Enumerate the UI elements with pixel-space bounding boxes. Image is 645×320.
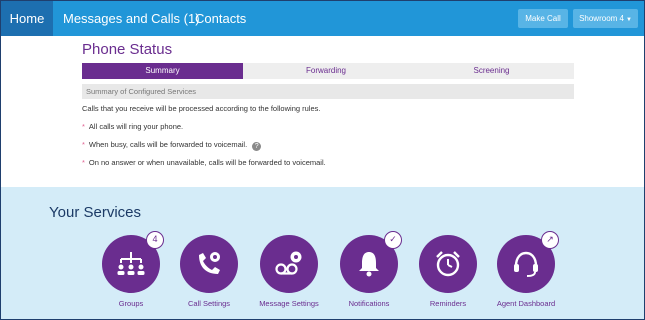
rule-item: * All calls will ring your phone. (82, 122, 183, 131)
make-call-label: Make Call (525, 14, 561, 23)
service-label: Notifications (348, 299, 390, 308)
bullet-icon: * (82, 122, 85, 131)
service-label: Agent Dashboard (496, 299, 556, 308)
service-message-settings[interactable]: Message Settings (259, 235, 319, 309)
chevron-down-icon: ▼ (625, 17, 632, 23)
alarm-clock-icon (419, 235, 477, 293)
app-frame: Home Messages and Calls (1) Contacts Mak… (0, 0, 645, 320)
headset-icon: ↗ (497, 231, 559, 293)
bell-icon: ✓ (340, 231, 402, 293)
service-label: Groups (118, 299, 144, 308)
nav-messages-calls[interactable]: Messages and Calls (1) (63, 1, 200, 36)
groups-icon: 4 (102, 231, 164, 293)
bullet-icon: * (82, 140, 85, 149)
section-header: Summary of Configured Services (82, 84, 574, 99)
nav-contacts[interactable]: Contacts (195, 1, 246, 36)
rule-text: When busy, calls will be forwarded to vo… (88, 140, 248, 149)
service-notifications[interactable]: ✓ Notifications (339, 231, 402, 309)
tab-forwarding[interactable]: Forwarding (243, 63, 409, 79)
rule-item: * On no answer or when unavailable, calls… (82, 158, 326, 167)
service-agent-dashboard[interactable]: ↗ Agent Dashboard (496, 231, 559, 309)
page-title: Phone Status (82, 41, 173, 58)
rule-item: * When busy, calls will be forwarded to v… (82, 140, 262, 151)
top-nav: Home Messages and Calls (1) Contacts Mak… (1, 1, 644, 36)
service-label: Call Settings (187, 299, 231, 308)
service-label: Message Settings (259, 299, 319, 308)
rule-text: All calls will ring your phone. (88, 122, 184, 131)
voicemail-gear-icon (260, 235, 318, 293)
service-call-settings[interactable]: Call Settings (179, 235, 239, 309)
showroom-label: Showroom 4 (579, 14, 624, 23)
groups-count-badge: 4 (146, 231, 164, 249)
tab-screening[interactable]: Screening (409, 63, 574, 79)
services-title: Your Services (49, 204, 141, 221)
check-badge-icon: ✓ (384, 231, 402, 249)
external-link-icon: ↗ (541, 231, 559, 249)
showroom-dropdown[interactable]: Showroom 4 ▼ (573, 9, 638, 28)
service-label: Reminders (429, 299, 467, 308)
phone-gear-icon (180, 235, 238, 293)
make-call-button[interactable]: Make Call (518, 9, 568, 28)
nav-home[interactable]: Home (1, 1, 53, 36)
rule-text: On no answer or when unavailable, calls … (88, 158, 326, 167)
service-reminders[interactable]: Reminders (418, 235, 478, 309)
help-icon[interactable]: ? (252, 142, 262, 151)
service-groups[interactable]: 4 Groups (101, 231, 164, 309)
rules-intro: Calls that you receive will be processed… (82, 104, 321, 113)
tab-summary[interactable]: Summary (82, 63, 243, 79)
status-tabs: Summary Forwarding Screening (82, 63, 574, 79)
bullet-icon: * (82, 158, 85, 167)
